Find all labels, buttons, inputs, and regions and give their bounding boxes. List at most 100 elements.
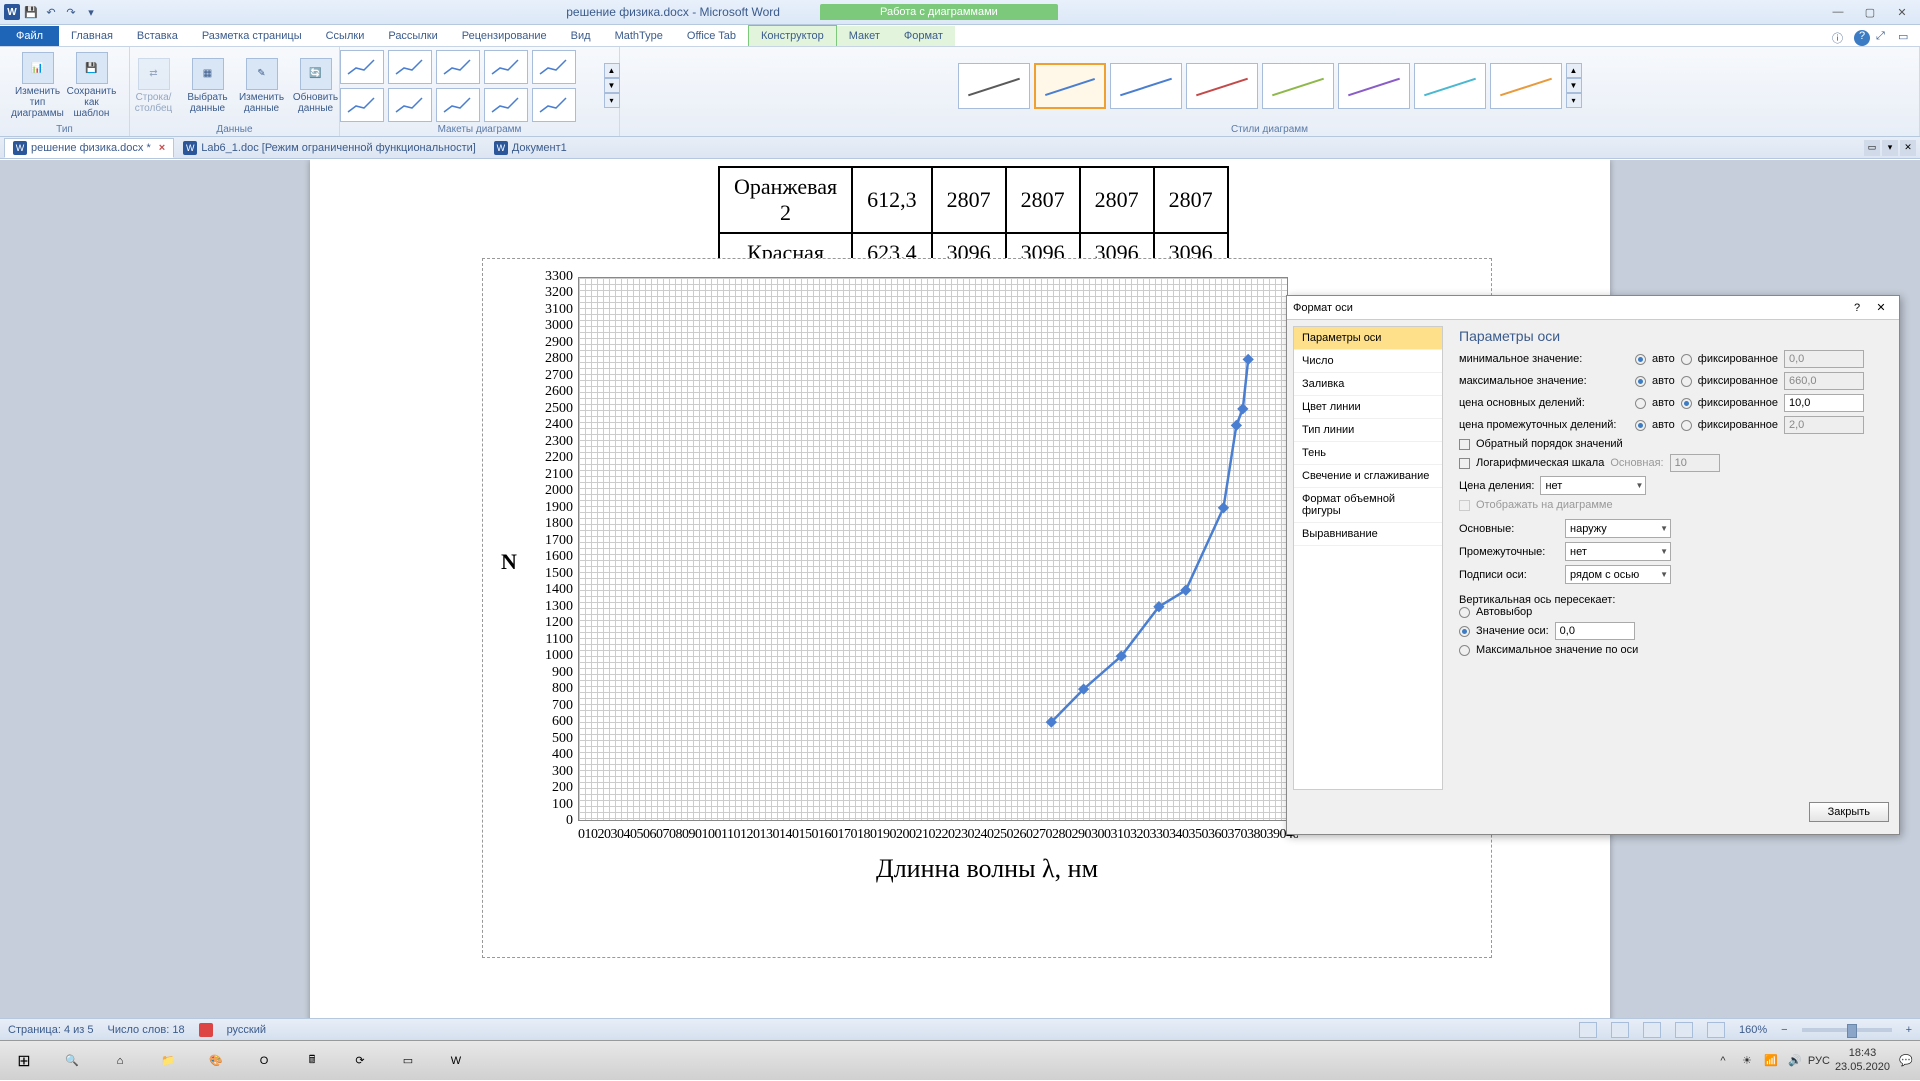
- chart-style-6[interactable]: [1414, 63, 1486, 109]
- zoom-in[interactable]: +: [1906, 1024, 1912, 1036]
- tab-references[interactable]: Ссылки: [314, 26, 377, 46]
- log-checkbox[interactable]: [1459, 458, 1470, 469]
- view-print-layout[interactable]: [1579, 1022, 1597, 1038]
- doctab-opt-1[interactable]: ▭: [1864, 140, 1880, 156]
- minor-auto-radio[interactable]: [1635, 420, 1646, 431]
- qat-more[interactable]: ▾: [82, 3, 100, 21]
- chart-style-7[interactable]: [1490, 63, 1562, 109]
- cross-value-input[interactable]: [1555, 622, 1635, 640]
- max-fixed-radio[interactable]: [1681, 376, 1692, 387]
- dialog-nav-item[interactable]: Параметры оси: [1294, 327, 1442, 350]
- taskbar-app[interactable]: ⟳: [336, 1041, 384, 1081]
- ribbon-icon-1[interactable]: ⓘ: [1832, 30, 1848, 46]
- cross-max-radio[interactable]: [1459, 645, 1470, 656]
- chart-layout-8[interactable]: [484, 88, 528, 122]
- table-cell[interactable]: 2807: [1154, 167, 1228, 233]
- layouts-up[interactable]: ▲: [604, 63, 620, 78]
- dialog-nav-item[interactable]: Тип линии: [1294, 419, 1442, 442]
- styles-more[interactable]: ▾: [1566, 93, 1582, 108]
- styles-up[interactable]: ▲: [1566, 63, 1582, 78]
- chart-layout-9[interactable]: [532, 88, 576, 122]
- dialog-nav-item[interactable]: Цвет линии: [1294, 396, 1442, 419]
- tray-network-icon[interactable]: 📶: [1763, 1053, 1779, 1069]
- window-close[interactable]: ✕: [1888, 3, 1916, 21]
- dialog-nav-item[interactable]: Выравнивание: [1294, 523, 1442, 546]
- tab-chart-design[interactable]: Конструктор: [748, 25, 837, 46]
- table-cell[interactable]: Оранжевая 2: [719, 167, 852, 233]
- tab-home[interactable]: Главная: [59, 26, 125, 46]
- tab-review[interactable]: Рецензирование: [450, 26, 559, 46]
- proofing-icon[interactable]: [199, 1023, 213, 1037]
- dialog-nav-item[interactable]: Число: [1294, 350, 1442, 373]
- dialog-nav-item[interactable]: Формат объемной фигуры: [1294, 488, 1442, 523]
- cross-value-radio[interactable]: [1459, 626, 1470, 637]
- tab-insert[interactable]: Вставка: [125, 26, 190, 46]
- doctab-opt-2[interactable]: ▾: [1882, 140, 1898, 156]
- tray-weather-icon[interactable]: ☀: [1739, 1053, 1755, 1069]
- change-chart-type-button[interactable]: 📊 Изменить тип диаграммы: [13, 52, 63, 119]
- chart-layout-7[interactable]: [436, 88, 480, 122]
- dialog-close[interactable]: ✕: [1869, 298, 1893, 318]
- table-cell[interactable]: 2807: [1080, 167, 1154, 233]
- dialog-nav-item[interactable]: Свечение и сглаживание: [1294, 465, 1442, 488]
- chart-layout-3[interactable]: [484, 50, 528, 84]
- notifications-icon[interactable]: 💬: [1898, 1053, 1914, 1069]
- taskbar-app[interactable]: 📁: [144, 1041, 192, 1081]
- status-lang[interactable]: русский: [227, 1024, 266, 1036]
- help-icon[interactable]: ?: [1854, 30, 1870, 46]
- chart-style-3[interactable]: [1186, 63, 1258, 109]
- document-tab[interactable]: Wрешение физика.docx *×: [4, 138, 174, 158]
- table-cell[interactable]: 2807: [932, 167, 1006, 233]
- taskbar-app[interactable]: 🖩: [288, 1041, 336, 1081]
- window-maximize[interactable]: ▢: [1856, 3, 1884, 21]
- taskbar-app[interactable]: ⌂: [96, 1041, 144, 1081]
- document-tab[interactable]: WДокумент1: [485, 138, 576, 158]
- chart-layout-4[interactable]: [532, 50, 576, 84]
- layouts-down[interactable]: ▼: [604, 78, 620, 93]
- start-button[interactable]: ⊞: [0, 1041, 48, 1081]
- major-value-input[interactable]: [1784, 394, 1864, 412]
- tab-mailings[interactable]: Рассылки: [376, 26, 449, 46]
- max-auto-radio[interactable]: [1635, 376, 1646, 387]
- chart-layout-2[interactable]: [436, 50, 480, 84]
- tab-chart-layout[interactable]: Макет: [837, 26, 892, 46]
- chart-layout-6[interactable]: [388, 88, 432, 122]
- zoom-slider[interactable]: [1802, 1028, 1892, 1032]
- status-words[interactable]: Число слов: 18: [108, 1024, 185, 1036]
- tab-chart-format[interactable]: Формат: [892, 26, 955, 46]
- taskbar-time[interactable]: 18:43: [1835, 1047, 1890, 1060]
- layouts-more[interactable]: ▾: [604, 93, 620, 108]
- chart-layout-1[interactable]: [388, 50, 432, 84]
- qat-redo[interactable]: ↷: [62, 3, 80, 21]
- dialog-nav-item[interactable]: Тень: [1294, 442, 1442, 465]
- tab-officetab[interactable]: Office Tab: [675, 26, 748, 46]
- window-minimize[interactable]: —: [1824, 3, 1852, 21]
- tab-view[interactable]: Вид: [559, 26, 603, 46]
- taskbar-app[interactable]: O: [240, 1041, 288, 1081]
- refresh-data-button[interactable]: 🔄 Обновить данные: [291, 58, 341, 114]
- taskbar-date[interactable]: 23.05.2020: [1835, 1061, 1890, 1074]
- tab-mathtype[interactable]: MathType: [603, 26, 675, 46]
- chart-style-0[interactable]: [958, 63, 1030, 109]
- major-auto-radio[interactable]: [1635, 398, 1646, 409]
- ticks-minor-combo[interactable]: нет▼: [1565, 542, 1671, 561]
- minor-fixed-radio[interactable]: [1681, 420, 1692, 431]
- chart-layout-5[interactable]: [340, 88, 384, 122]
- view-web[interactable]: [1643, 1022, 1661, 1038]
- table-cell[interactable]: 2807: [1006, 167, 1080, 233]
- tray-lang[interactable]: РУС: [1811, 1053, 1827, 1069]
- zoom-out[interactable]: −: [1781, 1024, 1787, 1036]
- table-cell[interactable]: 612,3: [852, 167, 932, 233]
- major-fixed-radio[interactable]: [1681, 398, 1692, 409]
- taskbar-app[interactable]: ▭: [384, 1041, 432, 1081]
- cross-auto-radio[interactable]: [1459, 607, 1470, 618]
- document-tab[interactable]: WLab6_1.doc [Режим ограниченной функцион…: [174, 138, 485, 158]
- chart-layout-0[interactable]: [340, 50, 384, 84]
- dialog-help[interactable]: ?: [1845, 298, 1869, 318]
- taskbar-app[interactable]: 🎨: [192, 1041, 240, 1081]
- save-template-button[interactable]: 💾 Сохранить как шаблон: [67, 52, 117, 119]
- taskbar-app[interactable]: W: [432, 1041, 480, 1081]
- dialog-nav-item[interactable]: Заливка: [1294, 373, 1442, 396]
- view-outline[interactable]: [1675, 1022, 1693, 1038]
- chart-style-1[interactable]: [1034, 63, 1106, 109]
